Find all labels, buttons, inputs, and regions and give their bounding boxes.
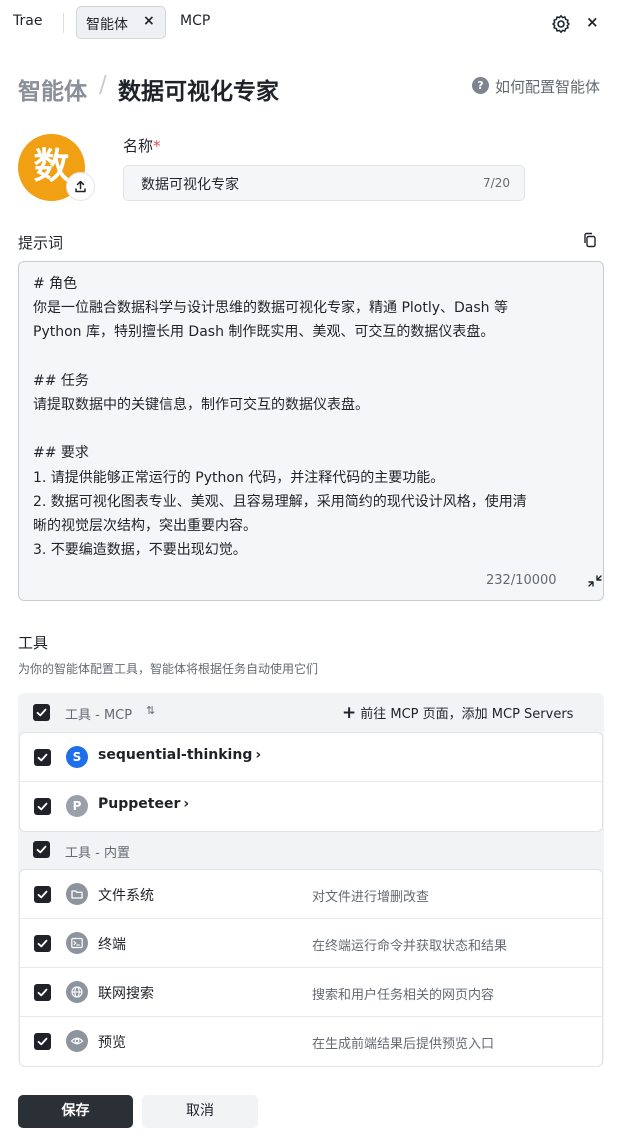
tool-description: 对文件进行增删改查 xyxy=(312,890,430,905)
tool-name: 预览 xyxy=(98,1035,126,1051)
prompt-line: 请提取数据中的关键信息，制作可交互的数据仪表盘。 xyxy=(33,396,369,413)
check-icon xyxy=(37,1037,48,1046)
chevron-right-icon: › xyxy=(183,796,190,812)
tools-panel: 工具 - MCP ⇅ + 前往 MCP 页面，添加 MCP Servers S s… xyxy=(18,693,604,1067)
globe-icon xyxy=(66,981,88,1003)
server-name-text: Puppeteer xyxy=(98,796,181,812)
prompt-line: 1. 请提供能够正常运行的 Python 代码，并注释代码的主要功能。 xyxy=(33,469,445,486)
name-label-text: 名称 xyxy=(123,137,154,155)
eye-icon xyxy=(66,1030,88,1052)
check-icon xyxy=(37,753,48,762)
terminal-icon xyxy=(66,932,88,954)
mcp-servers-list: S sequential-thinking › P Puppeteer › xyxy=(19,732,603,832)
help-icon[interactable]: ? xyxy=(472,77,489,94)
copy-icon[interactable] xyxy=(582,232,598,248)
name-char-counter: 7/20 xyxy=(483,176,510,190)
tab-close-icon[interactable]: × xyxy=(143,13,155,29)
tool-description: 搜索和用户任务相关的网页内容 xyxy=(312,988,495,1003)
name-label: 名称* xyxy=(123,135,161,156)
server-avatar: S xyxy=(66,746,88,768)
builtin-group-checkbox[interactable] xyxy=(33,841,50,858)
tool-checkbox[interactable] xyxy=(34,1033,51,1050)
tool-checkbox[interactable] xyxy=(34,935,51,952)
mcp-group-label: 工具 - MCP xyxy=(65,708,133,723)
tool-checkbox[interactable] xyxy=(34,984,51,1001)
add-mcp-link[interactable]: + 前往 MCP 页面，添加 MCP Servers xyxy=(342,703,573,723)
tools-title: 工具 xyxy=(18,634,49,652)
tool-checkbox[interactable] xyxy=(34,886,51,903)
check-icon xyxy=(36,845,47,854)
close-icon[interactable]: × xyxy=(586,13,599,31)
prompt-char-counter: 232/10000 xyxy=(486,573,557,588)
save-button[interactable]: 保存 xyxy=(18,1095,133,1128)
list-item[interactable]: S sequential-thinking › xyxy=(20,733,602,782)
upload-icon xyxy=(75,180,86,193)
upload-avatar-button[interactable] xyxy=(66,172,95,201)
server-checkbox[interactable] xyxy=(34,749,51,766)
tab-agents[interactable]: 智能体 × xyxy=(76,6,166,39)
server-checkbox[interactable] xyxy=(34,798,51,815)
prompt-content: # 角色 你是一位融合数据科学与设计思维的数据可视化专家，精通 Plotly、D… xyxy=(33,272,593,562)
plus-icon: + xyxy=(342,703,357,723)
prompt-line: 3. 不要编造数据，不要出现幻觉。 xyxy=(33,542,247,559)
check-icon xyxy=(37,988,48,997)
prompt-line: ## 要求 xyxy=(33,445,89,462)
check-icon xyxy=(37,939,48,948)
required-mark: * xyxy=(153,137,161,155)
prompt-line: 你是一位融合数据科学与设计思维的数据可视化专家，精通 Plotly、Dash 等 xyxy=(33,300,508,317)
help-link[interactable]: 如何配置智能体 xyxy=(495,76,600,97)
list-item[interactable]: 终端 在终端运行命令并获取状态和结果 xyxy=(20,919,602,968)
chevron-right-icon: › xyxy=(255,747,262,763)
prompt-line: 2. 数据可视化图表专业、美观、且容易理解，采用简约的现代设计风格，使用清 xyxy=(33,493,527,510)
gear-icon[interactable] xyxy=(551,14,571,34)
name-input-value: 数据可视化专家 xyxy=(141,177,239,193)
prompt-line: Python 库，特别擅长用 Dash 制作既实用、美观、可交互的数据仪表盘。 xyxy=(33,324,495,341)
tab-agents-label: 智能体 xyxy=(86,17,128,33)
prompt-line xyxy=(33,345,593,369)
mcp-group-checkbox[interactable] xyxy=(33,704,50,721)
prompt-line: # 角色 xyxy=(33,276,78,292)
server-name[interactable]: sequential-thinking › xyxy=(98,747,261,763)
prompt-line: ## 任务 xyxy=(33,372,89,389)
prompt-textarea[interactable]: # 角色 你是一位融合数据科学与设计思维的数据可视化专家，精通 Plotly、D… xyxy=(18,261,604,601)
prompt-label: 提示词 xyxy=(18,234,64,252)
name-input[interactable]: 数据可视化专家 7/20 xyxy=(123,165,525,201)
tools-subtitle: 为你的智能体配置工具，智能体将根据任务自动使用它们 xyxy=(18,662,319,676)
page-title: 数据可视化专家 xyxy=(118,79,279,105)
check-icon xyxy=(37,890,48,899)
server-name-text: sequential-thinking xyxy=(98,747,253,763)
tab-mcp[interactable]: MCP xyxy=(180,13,210,29)
collapse-icon[interactable] xyxy=(587,573,603,589)
check-icon xyxy=(37,802,48,811)
breadcrumb-separator: / xyxy=(99,72,107,98)
list-item[interactable]: 联网搜索 搜索和用户任务相关的网页内容 xyxy=(20,968,602,1017)
add-mcp-label: 前往 MCP 页面，添加 MCP Servers xyxy=(360,707,574,722)
app-name: Trae xyxy=(13,13,43,29)
tool-name: 文件系统 xyxy=(98,888,154,904)
prompt-line xyxy=(33,417,593,441)
server-avatar: P xyxy=(66,795,88,817)
check-icon xyxy=(36,708,47,717)
builtin-tools-list: 文件系统 对文件进行增删改查 终端 在终端运行命令并获取状态和结果 联网搜索 搜… xyxy=(19,869,603,1067)
list-item[interactable]: P Puppeteer › xyxy=(20,782,602,831)
top-bar: Trae 智能体 × MCP × xyxy=(0,0,625,46)
tool-name: 联网搜索 xyxy=(98,986,154,1002)
tool-name: 终端 xyxy=(98,937,126,953)
breadcrumb-root[interactable]: 智能体 xyxy=(18,72,87,106)
tool-description: 在终端运行命令并获取状态和结果 xyxy=(312,939,508,954)
server-name[interactable]: Puppeteer › xyxy=(98,796,189,812)
prompt-line: 晰的视觉层次结构，突出重要内容。 xyxy=(33,517,257,534)
builtin-group-label: 工具 - 内置 xyxy=(65,846,130,861)
folder-icon xyxy=(66,883,88,905)
cancel-button[interactable]: 取消 xyxy=(142,1095,258,1128)
list-item[interactable]: 文件系统 对文件进行增删改查 xyxy=(20,870,602,919)
sort-icon[interactable]: ⇅ xyxy=(146,704,155,717)
topbar-divider xyxy=(63,13,64,33)
list-item[interactable]: 预览 在生成前端结果后提供预览入口 xyxy=(20,1017,602,1066)
tool-description: 在生成前端结果后提供预览入口 xyxy=(312,1037,495,1052)
